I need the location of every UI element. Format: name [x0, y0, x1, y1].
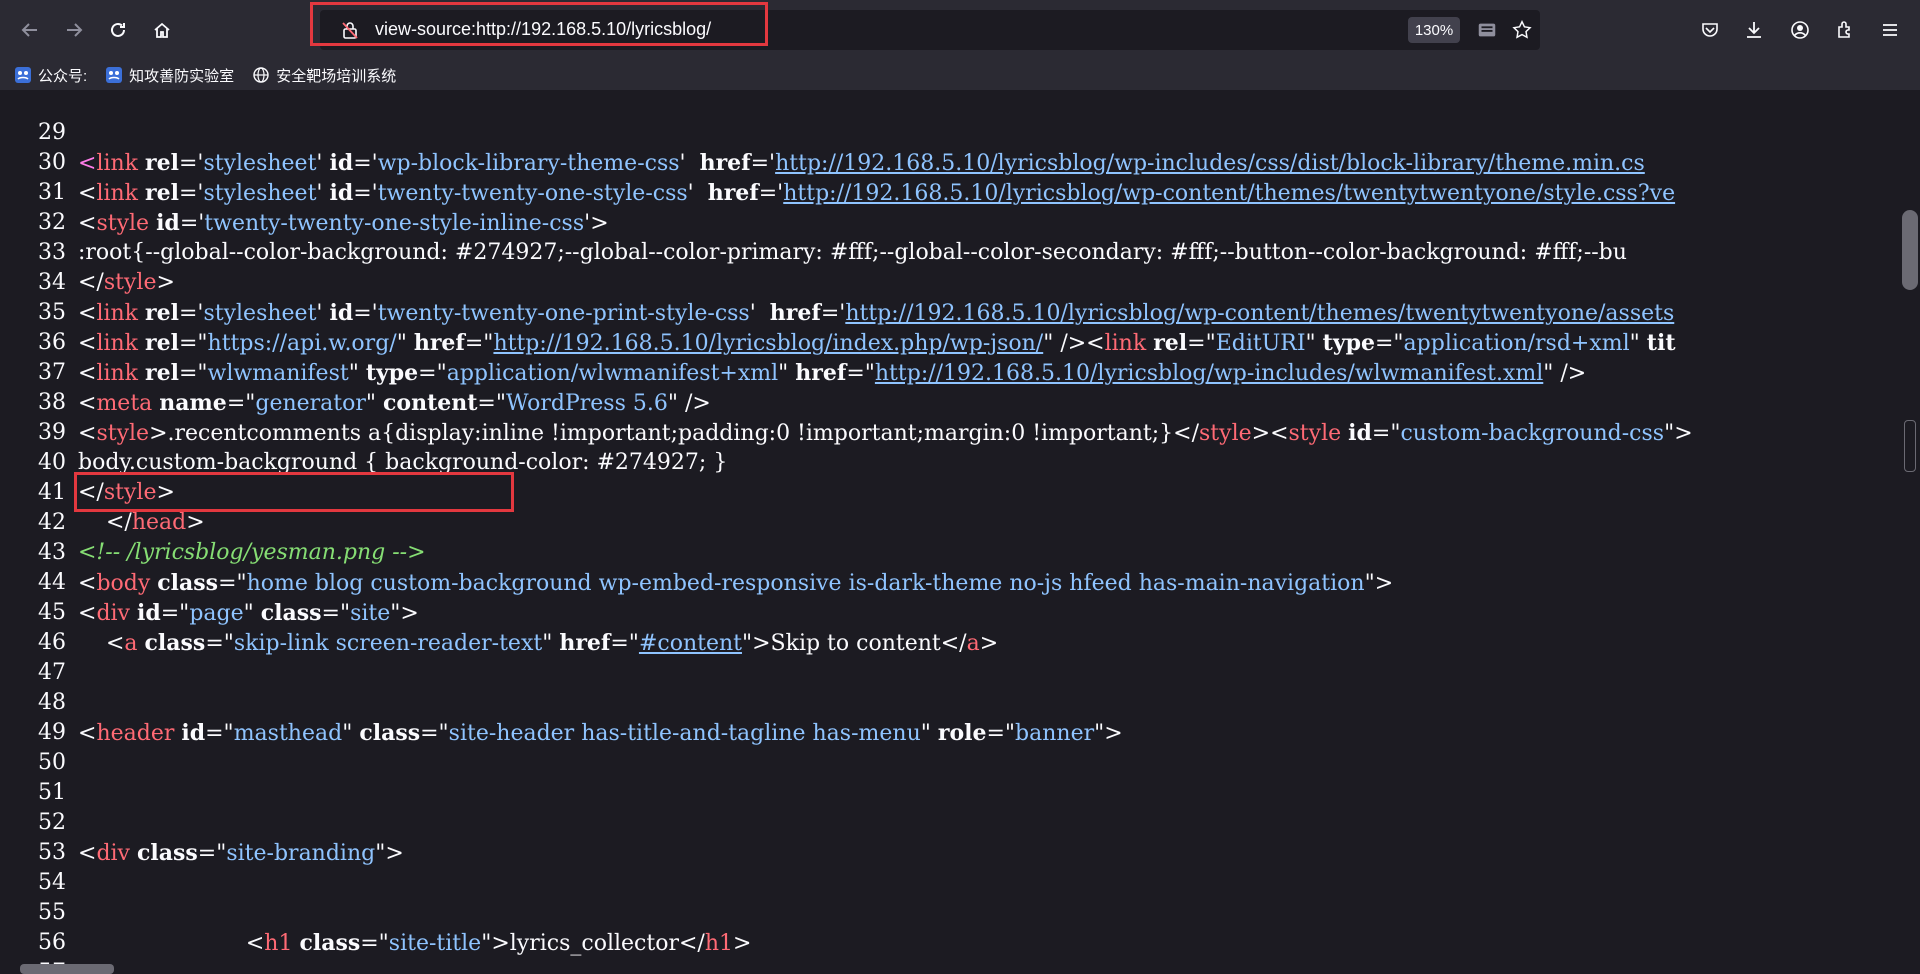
source-line: 51: [0, 748, 1900, 805]
source-line: 34 <link rel='stylesheet' id='twenty-twe…: [0, 238, 1900, 326]
bookmark-item[interactable]: 公众号:: [14, 65, 87, 86]
horizontal-scrollbar[interactable]: [0, 964, 1900, 974]
source-line: 37 <meta name="generator" content="WordP…: [0, 328, 1900, 416]
source-view: 29 <link rel='stylesheet' id='wp-block-l…: [0, 90, 1900, 964]
bookmark-label: 安全靶场培训系统: [276, 67, 397, 85]
source-line: 44 <div id="page" class="site">: [0, 538, 1900, 626]
reload-icon[interactable]: [101, 13, 135, 47]
source-line: 30 <link rel='stylesheet' id='twenty-twe…: [0, 118, 1900, 206]
extensions-icon[interactable]: [1828, 13, 1862, 47]
source-line: 36 <link rel="wlwmanifest" type="applica…: [0, 298, 1900, 386]
source-line: 55 <h1 class="site-title">lyrics_collect…: [0, 868, 1900, 956]
vertical-scroll-thumb[interactable]: [1902, 210, 1918, 290]
source-line: 40 </style>: [0, 418, 1900, 505]
insecure-lock-icon[interactable]: [340, 20, 360, 40]
source-line: 38 <style>.recentcomments a{display:inli…: [0, 358, 1900, 446]
vertical-scrollbar[interactable]: [1900, 90, 1920, 964]
browser-toolbar: view-source:http://192.168.5.10/lyricsbl…: [0, 0, 1920, 60]
comment-highlight-box: [74, 472, 514, 512]
bookmark-item[interactable]: 安全靶场培训系统: [252, 65, 396, 86]
bookmark-logo-icon: [14, 66, 32, 84]
globe-icon: [252, 66, 270, 84]
resize-handle[interactable]: [1904, 420, 1916, 472]
forward-arrow-icon[interactable]: [57, 13, 91, 47]
source-line: 56: [0, 898, 1900, 955]
menu-icon[interactable]: [1873, 13, 1907, 47]
source-line: 54: [0, 838, 1900, 895]
home-icon[interactable]: [145, 13, 179, 47]
source-line: 49: [0, 688, 1900, 745]
source-line: 43 <body class="home blog custom-backgro…: [0, 508, 1900, 596]
account-icon[interactable]: [1783, 13, 1817, 47]
back-arrow-icon[interactable]: [13, 13, 47, 47]
horizontal-scroll-thumb[interactable]: [20, 964, 114, 974]
zoom-level-badge[interactable]: 130%: [1408, 17, 1460, 43]
source-line: 29 <link rel='stylesheet' id='wp-block-l…: [0, 90, 1900, 176]
bookmark-logo-icon: [105, 66, 123, 84]
source-line: 33 </style>: [0, 208, 1900, 295]
source-line: 39 body.custom-background { background-c…: [0, 388, 1900, 475]
bookmark-label: 知攻善防实验室: [129, 67, 235, 85]
bookmark-star-icon[interactable]: [1510, 18, 1534, 42]
source-line: 47: [0, 628, 1900, 685]
pocket-icon[interactable]: [1693, 13, 1727, 47]
source-line: 31 <style id='twenty-twenty-one-style-in…: [0, 148, 1900, 236]
bookmark-item[interactable]: 知攻善防实验室: [105, 65, 234, 86]
source-line: 52 <div class="site-branding">: [0, 778, 1900, 866]
source-line: 32 :root{--global--color-background: #27…: [0, 178, 1900, 265]
reader-view-icon[interactable]: [1475, 18, 1499, 42]
source-line: 50: [0, 718, 1900, 775]
bookmark-label: 公众号:: [38, 67, 88, 85]
download-icon[interactable]: [1737, 13, 1771, 47]
bookmarks-bar: 公众号: 知攻善防实验室 安全靶场培训系统: [0, 60, 1920, 90]
source-line: 48 <header id="masthead" class="site-hea…: [0, 658, 1900, 746]
url-bar[interactable]: view-source:http://192.168.5.10/lyricsbl…: [320, 10, 1540, 50]
source-line: 45 <a class="skip-link screen-reader-tex…: [0, 568, 1900, 656]
source-line: 46: [0, 598, 1900, 655]
source-line: 35 <link rel="https://api.w.org/" href="…: [0, 268, 1900, 356]
source-line: 57 <p class="site-description">: [0, 928, 1900, 964]
url-text[interactable]: view-source:http://192.168.5.10/lyricsbl…: [375, 19, 711, 40]
source-line: 53: [0, 808, 1900, 865]
